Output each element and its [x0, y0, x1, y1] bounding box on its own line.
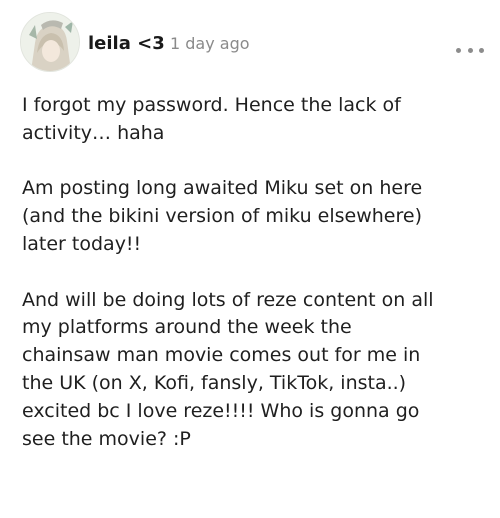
post-text-line: my platforms around the week the [22, 316, 352, 339]
author-name[interactable]: leila <3 [88, 33, 165, 54]
post-text-line: activity… haha [22, 121, 165, 144]
avatar[interactable] [20, 12, 80, 72]
post-text-line: the UK (on X, Kofi, fansly, TikTok, inst… [22, 371, 407, 394]
post-text-line: see the movie? :P [22, 427, 191, 450]
post-body: I forgot my password. Hence the lack of … [22, 92, 492, 453]
more-options-button[interactable] [456, 44, 484, 56]
post-text-line: (and the bikini version of miku elsewher… [22, 205, 422, 228]
post-text-line: Am posting long awaited Miku set on here [22, 177, 423, 200]
more-horizontal-icon [467, 47, 473, 53]
post-paragraph: I forgot my password. Hence the lack of … [22, 92, 492, 148]
post-timestamp: 1 day ago [170, 34, 250, 53]
post-text-line: And will be doing lots of reze content o… [22, 288, 434, 311]
post-text-line: I forgot my password. Hence the lack of [22, 94, 401, 116]
post-text-line: later today!! [22, 232, 142, 255]
more-horizontal-icon [479, 47, 484, 53]
post-card: leila <3 1 day ago I forgot my password.… [0, 0, 500, 518]
post-text-line: chainsaw man movie comes out for me in [22, 344, 421, 367]
avatar-image [21, 13, 79, 71]
post-text-line: excited bc I love reze!!!! Who is gonna … [22, 399, 420, 422]
post-paragraph: And will be doing lots of reze content o… [22, 287, 492, 454]
more-horizontal-icon [456, 47, 461, 53]
post-paragraph: Am posting long awaited Miku set on here… [22, 175, 492, 258]
